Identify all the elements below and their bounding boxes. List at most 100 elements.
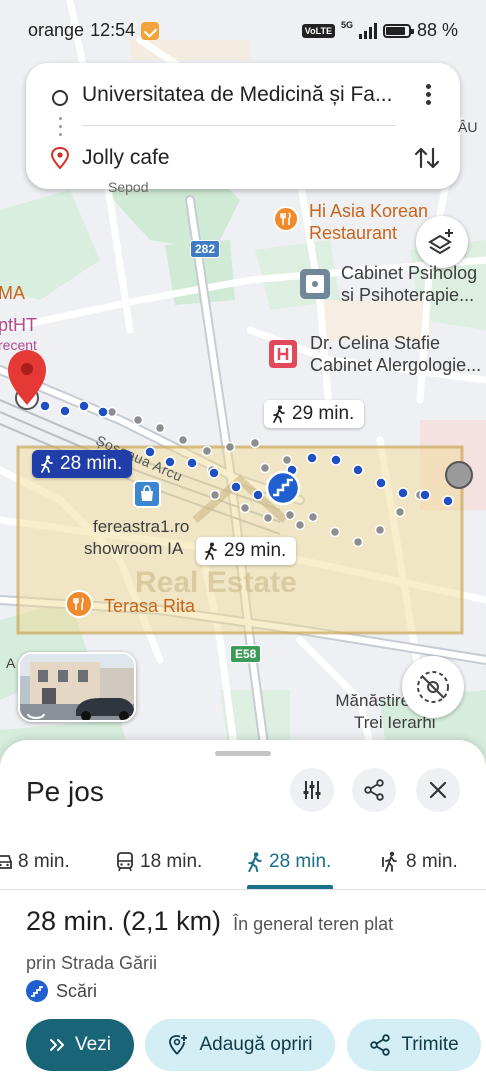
share-icon — [370, 1034, 391, 1056]
left-label-recent: recent — [0, 337, 37, 353]
route-via: prin Strada Gării — [26, 953, 158, 973]
tab-transit[interactable]: 18 min. — [116, 836, 202, 888]
street-view-thumbnail[interactable] — [18, 652, 136, 722]
route-summary[interactable]: 28 min. (2,1 km) În general teren plat — [26, 906, 393, 937]
street-view-image — [20, 654, 134, 720]
tabs-divider — [0, 889, 486, 890]
route-connector-dots — [59, 117, 62, 141]
route-time-chip-alt-bottom[interactable]: 29 min. — [196, 537, 297, 565]
volte-indicator: VoLTE — [301, 23, 335, 38]
left-label-a: A — [6, 655, 16, 671]
poi-fereastra[interactable]: fereastra1.ro showroom IA — [84, 516, 190, 560]
edge-label-au: ÂU — [458, 119, 478, 135]
send-button[interactable]: Trimite — [347, 1019, 481, 1071]
location-off-icon — [417, 671, 449, 703]
ride-hail-icon — [382, 851, 397, 872]
add-stops-button[interactable]: Adaugă opriri — [145, 1019, 335, 1071]
tab-ride-hailing-label: 8 min. — [406, 851, 458, 872]
clock: 12:54 — [90, 20, 136, 40]
restaurant-icon[interactable] — [273, 206, 299, 232]
signal-icon — [358, 22, 377, 39]
route-end-marker — [445, 461, 473, 489]
map-view[interactable]: Real Estate orange 12:54 VoLTE 5G 88 % U… — [0, 0, 486, 790]
carrier-name: orange — [28, 20, 85, 40]
route-stairs-note: Scări — [26, 980, 97, 1002]
send-button-label: Trimite — [401, 1034, 459, 1055]
shopping-icon[interactable] — [133, 480, 161, 508]
poi-hi-asia[interactable]: Hi Asia Korean Restaurant — [309, 200, 428, 244]
poi-terasa-rita[interactable]: Terasa Rita — [104, 595, 195, 617]
travel-mode-tabs: 8 min. 18 min. 28 min. 8 min. — [0, 836, 486, 888]
road-shield-282: 282 — [190, 240, 221, 258]
route-duration-distance: 28 min. (2,1 km) — [26, 906, 222, 936]
directions-card: Universitatea de Medicină și Fa... Jolly… — [26, 63, 460, 189]
destination-field[interactable]: Jolly cafe — [82, 146, 170, 170]
road-shield-e58: E58 — [230, 645, 262, 663]
tune-icon — [303, 781, 321, 799]
poi-fereastra-line2: showroom IA — [84, 539, 184, 558]
network-type: 5G — [340, 20, 353, 30]
poi-fereastra-line1: fereastra1.ro — [93, 517, 190, 536]
office-icon[interactable] — [299, 268, 331, 300]
route-time-chip-alt-top[interactable]: 29 min. — [264, 400, 365, 428]
field-divider — [82, 125, 396, 126]
tab-driving-label: 8 min. — [18, 851, 70, 872]
tab-ride-hailing[interactable]: 8 min. — [380, 836, 458, 888]
add-stops-button-label: Adaugă opriri — [199, 1034, 313, 1055]
medical-icon[interactable] — [268, 339, 298, 369]
poi-dr-celina-line2: Cabinet Alergologie... — [310, 355, 482, 375]
action-buttons: Vezi Adaugă opriri Trimite — [0, 1019, 486, 1073]
stairs-icon — [26, 980, 48, 1002]
tab-walking[interactable]: 28 min. — [247, 836, 331, 888]
origin-pin-icon — [8, 350, 46, 405]
restaurant-icon[interactable] — [65, 590, 93, 618]
more-options-icon[interactable] — [416, 81, 440, 109]
route-time-chip-selected[interactable]: 28 min. — [32, 450, 133, 478]
route-time-selected: 28 min. — [60, 453, 123, 474]
transit-icon — [117, 852, 133, 872]
tab-driving[interactable]: 8 min. — [0, 836, 70, 888]
status-bar: orange 12:54 VoLTE 5G 88 % — [0, 0, 486, 60]
poi-hi-asia-line1: Hi Asia Korean — [309, 201, 429, 221]
poi-dr-celina[interactable]: Dr. Celina Stafie Cabinet Alergologie... — [310, 332, 481, 376]
battery-percent: 88 % — [416, 20, 458, 40]
add-location-icon — [169, 1035, 188, 1055]
stairs-label: Scări — [56, 980, 98, 1001]
swap-direction-icon[interactable] — [412, 143, 442, 173]
poi-hi-asia-line2: Restaurant — [309, 223, 398, 243]
route-time-alt-top: 29 min. — [292, 403, 355, 424]
share-icon — [364, 779, 384, 801]
location-button[interactable] — [402, 656, 464, 718]
sheet-title: Pe jos — [26, 776, 104, 807]
poi-cabinet-psiholog-line2: si Psihoterapie... — [341, 285, 475, 305]
label-sepod: Sepod — [108, 179, 149, 195]
origin-field[interactable]: Universitatea de Medicină și Fa... — [82, 83, 402, 107]
close-button[interactable] — [416, 768, 460, 812]
close-icon — [429, 781, 447, 799]
preview-button[interactable]: Vezi — [26, 1019, 134, 1071]
walk-icon — [41, 455, 53, 473]
destination-pin-icon — [50, 147, 70, 169]
double-chevron-icon — [50, 1039, 65, 1051]
sheet-drag-handle[interactable] — [215, 751, 271, 756]
share-button[interactable] — [352, 768, 396, 812]
route-time-alt-bottom: 29 min. — [224, 540, 287, 561]
poi-cabinet-psiholog-line1: Cabinet Psiholog — [341, 263, 478, 283]
poi-dr-celina-line1: Dr. Celina Stafie — [310, 333, 441, 353]
left-label-ptht: ptHT — [0, 315, 38, 335]
walk-icon — [205, 542, 217, 560]
poi-cabinet-psiholog[interactable]: Cabinet Psiholog si Psihoterapie... — [341, 262, 477, 306]
walk-icon — [248, 852, 262, 873]
car-icon — [0, 855, 12, 869]
route-terrain: În general teren plat — [233, 914, 394, 934]
tab-transit-label: 18 min. — [140, 851, 203, 872]
battery-icon — [382, 23, 414, 38]
tab-walking-label: 28 min. — [269, 851, 332, 872]
origin-circle-icon — [52, 90, 68, 106]
carrier-app-icon — [141, 21, 160, 40]
route-options-button[interactable] — [290, 768, 334, 812]
preview-button-label: Vezi — [75, 1034, 111, 1055]
walk-icon — [273, 405, 285, 423]
left-label-ma: MA — [0, 283, 25, 303]
directions-sheet: Pe jos 8 min. 18 min. 28 min. 8 min. 28 … — [0, 740, 486, 1080]
